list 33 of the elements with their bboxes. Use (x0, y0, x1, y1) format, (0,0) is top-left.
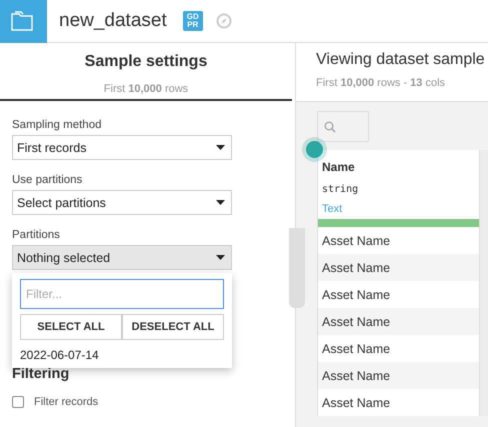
section-heading: Filtering (12, 366, 70, 382)
splitter-handle[interactable] (289, 228, 305, 308)
caret-icon (216, 145, 225, 150)
menu-item[interactable]: 2022-06-07-14 (20, 340, 224, 362)
deselect-all-button[interactable]: DESELECT ALL (122, 314, 224, 340)
search-icon (324, 120, 336, 132)
caret-icon (216, 255, 225, 260)
select-all-button[interactable]: SELECT ALL (20, 314, 122, 340)
filter-input[interactable]: Filter... (20, 279, 224, 309)
table-cell: Asset Name (318, 254, 480, 281)
field-label: Partitions (12, 229, 61, 241)
hint-beacon[interactable] (306, 141, 323, 158)
caret-icon (216, 200, 225, 205)
panel-subtitle: First 10,000 rows (102, 83, 190, 95)
folder-icon-tile[interactable] (0, 0, 47, 42)
compass-icon[interactable] (216, 13, 232, 29)
table-cell: Asset Name (318, 308, 480, 335)
search-field[interactable] (317, 111, 369, 142)
table-cell: Asset Name (318, 362, 480, 389)
column-header[interactable]: Name (318, 150, 480, 184)
dataset-title: new_dataset (59, 10, 167, 32)
column-type: string (318, 184, 480, 203)
field-label: Use partitions (12, 174, 84, 186)
field-label: Sampling method (12, 119, 102, 131)
checkbox-label: Filter records (34, 396, 98, 408)
gdpr-badge: GD PR (182, 11, 203, 31)
viewer-title: Viewing dataset sample (316, 51, 486, 69)
multiselect-dropdown[interactable]: Nothing selected (12, 245, 232, 270)
viewer-subtitle: First 10,000 rows - 13 cols (316, 77, 446, 89)
select-dropdown[interactable]: First records (12, 135, 232, 160)
checkbox[interactable] (12, 396, 24, 408)
panel-title: Sample settings (84, 53, 208, 71)
select-dropdown[interactable]: Select partitions (12, 190, 232, 215)
